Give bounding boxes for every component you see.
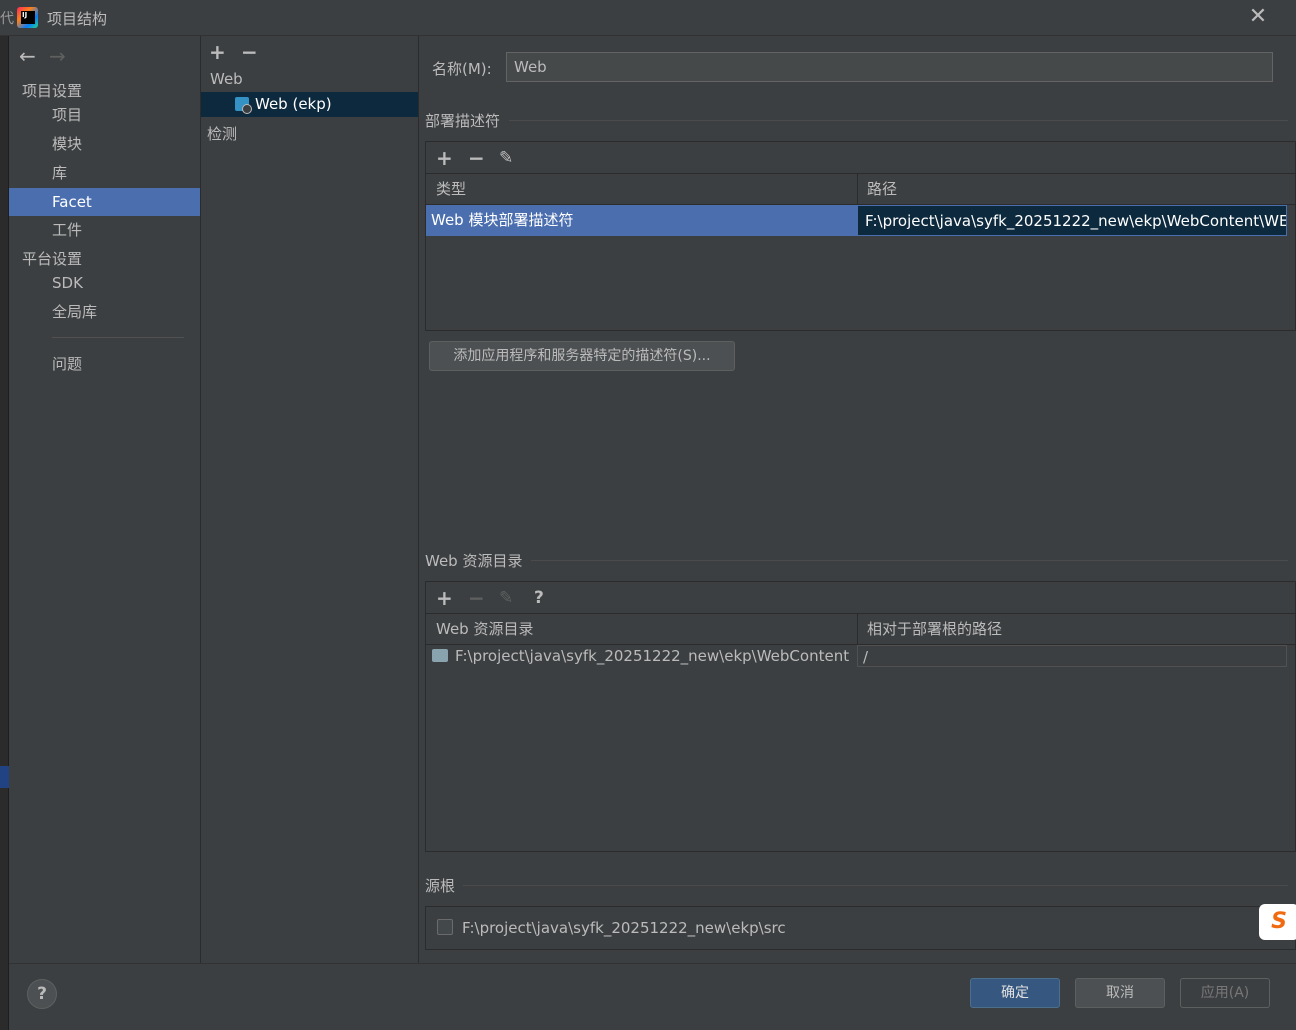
sidebar-item-artifacts[interactable]: 工件 (9, 216, 200, 244)
sidebar-item-libraries[interactable]: 库 (9, 159, 200, 187)
ok-button[interactable]: 确定 (970, 978, 1060, 1008)
add-icon[interactable]: + (436, 586, 453, 610)
background-text: 代 (0, 11, 14, 27)
section-divider (509, 120, 1288, 121)
column-header-type[interactable]: 类型 (426, 174, 466, 205)
back-arrow-icon[interactable]: ← (19, 44, 49, 68)
nav-divider (52, 337, 184, 338)
edit-pencil-icon[interactable]: ✎ (499, 148, 513, 168)
source-roots-section-title: 源根 (425, 877, 456, 895)
tree-node-detection[interactable]: 检测 (207, 123, 237, 144)
add-icon[interactable]: + (209, 40, 241, 64)
column-header-web-dir[interactable]: Web 资源目录 (426, 614, 533, 645)
web-facet-icon (235, 97, 252, 114)
tree-node-web-ekp[interactable]: Web (ekp) (255, 95, 332, 113)
title-bar: 代 项目结构 ✕ (0, 0, 1296, 36)
table-row[interactable]: F:\project\java\syfk_20251222_new\ekp\We… (426, 645, 1295, 667)
close-icon[interactable]: ✕ (1246, 6, 1270, 30)
intellij-logo-icon (17, 7, 38, 28)
deploy-descriptor-panel: + − ✎ 类型 路径 Web 模块部署描述符 F:\project\java\… (425, 141, 1296, 331)
nav-group-platform-settings: 平台设置 (22, 250, 83, 268)
cell-web-dir[interactable]: F:\project\java\syfk_20251222_new\ekp\We… (450, 645, 857, 667)
dialog-footer: ? 确定 取消 应用(A) (9, 963, 1296, 1030)
name-input[interactable] (506, 52, 1273, 82)
webres-table-header: Web 资源目录 相对于部署根的路径 (426, 614, 1295, 645)
remove-icon[interactable]: − (468, 586, 485, 610)
facet-tree: + − Web Web (ekp) 检测 (201, 36, 419, 963)
source-root-path: F:\project\java\syfk_20251222_new\ekp\sr… (462, 919, 786, 937)
sidebar-item-global-libraries[interactable]: 全局库 (9, 298, 200, 326)
webres-toolbar: + − ✎ ? (426, 582, 1295, 614)
webres-section-title: Web 资源目录 (425, 552, 523, 570)
remove-icon[interactable]: − (468, 146, 485, 170)
nav-history: ← → (19, 44, 79, 68)
section-divider (463, 885, 1288, 886)
sogou-ime-icon[interactable]: S (1259, 904, 1296, 940)
dialog-title: 项目结构 (47, 10, 108, 28)
background-highlight (0, 766, 9, 788)
help-button[interactable]: ? (27, 979, 57, 1009)
remove-icon[interactable]: − (241, 40, 273, 64)
sidebar-item-modules[interactable]: 模块 (9, 130, 200, 158)
web-resource-panel: + − ✎ ? Web 资源目录 相对于部署根的路径 F:\project\ja… (425, 581, 1296, 852)
deploy-toolbar: + − ✎ (426, 142, 1295, 174)
cell-type[interactable]: Web 模块部署描述符 (426, 205, 857, 236)
web-folder-icon (432, 649, 448, 662)
cancel-button[interactable]: 取消 (1075, 978, 1165, 1008)
column-header-relative-path[interactable]: 相对于部署根的路径 (857, 614, 1002, 645)
deploy-section-title: 部署描述符 (425, 112, 501, 130)
background-editor-edge (0, 36, 9, 1030)
facet-settings: 名称(M): 部署描述符 + − ✎ 类型 路径 Web 模块部署描述符 F:\… (419, 36, 1296, 963)
add-icon[interactable]: + (436, 146, 453, 170)
nav-group-project-settings: 项目设置 (22, 82, 83, 100)
edit-pencil-icon[interactable]: ✎ (499, 588, 513, 608)
cell-path[interactable]: F:\project\java\syfk_20251222_new\ekp\We… (857, 205, 1287, 236)
section-divider (531, 560, 1288, 561)
sidebar-item-project[interactable]: 项目 (9, 101, 200, 129)
sidebar-nav: ← → 项目设置 项目 模块 库 Facet 工件 平台设置 SDK 全局库 问题 (9, 36, 201, 963)
tree-toolbar: + − (209, 40, 273, 64)
column-header-path[interactable]: 路径 (857, 174, 897, 205)
tree-node-web-group[interactable]: Web (210, 70, 243, 88)
add-server-descriptor-button[interactable]: 添加应用程序和服务器特定的描述符(S)... (429, 341, 735, 371)
sidebar-item-problems[interactable]: 问题 (9, 350, 200, 378)
source-root-checkbox[interactable] (437, 919, 453, 935)
table-row[interactable]: Web 模块部署描述符 F:\project\java\syfk_2025122… (426, 205, 1295, 236)
sidebar-item-sdk[interactable]: SDK (9, 269, 200, 297)
forward-arrow-icon[interactable]: → (49, 44, 79, 68)
name-label: 名称(M): (432, 60, 492, 78)
sidebar-item-facets[interactable]: Facet (9, 188, 200, 216)
deploy-table-header: 类型 路径 (426, 174, 1295, 205)
apply-button[interactable]: 应用(A) (1180, 978, 1270, 1008)
help-question-icon[interactable]: ? (534, 588, 544, 608)
cell-relative-path[interactable]: / (857, 645, 1287, 667)
